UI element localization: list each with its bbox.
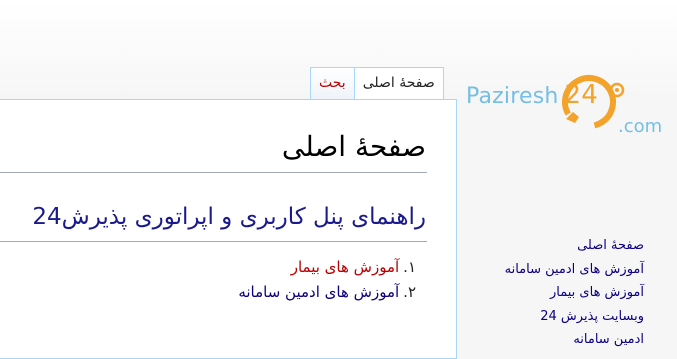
logo-number-text: 24 [564, 80, 599, 110]
table-of-contents: ۱.آموزش های بیمار ۲.آموزش های ادمین ساما… [238, 256, 416, 306]
logo-suffix-text: .com [618, 116, 663, 137]
page-title: صفحهٔ اصلی [281, 130, 426, 163]
tab-talk[interactable]: بحث [310, 67, 354, 100]
sidebar-item-website[interactable]: وبسایت پذیرش 24 [505, 307, 644, 331]
link-patient-tutorials[interactable]: آموزش های بیمار [291, 258, 399, 276]
page-tabs: بحث صفحهٔ اصلی [310, 67, 444, 100]
sidebar-item-system-admin[interactable]: ادمین سامانه [505, 330, 644, 354]
tab-main-page[interactable]: صفحهٔ اصلی [353, 67, 444, 100]
heading-divider [0, 241, 427, 242]
list-item: ۲.آموزش های ادمین سامانه [238, 281, 416, 306]
sidebar-item-admin-tutorials[interactable]: آموزش های ادمین سامانه [505, 260, 644, 284]
sidebar-navigation: صفحهٔ اصلی آموزش های ادمین سامانه آموزش … [505, 236, 644, 354]
list-number: ۲. [403, 283, 416, 301]
list-number: ۱. [403, 258, 416, 276]
link-admin-tutorials[interactable]: آموزش های ادمین سامانه [238, 283, 399, 301]
title-divider [0, 172, 427, 173]
logo-brand-text: Paziresh 24 [466, 80, 599, 110]
section-heading: راهنمای پنل کاربری و اپراتوری پذیرش24 [32, 204, 426, 230]
sidebar-item-main-page[interactable]: صفحهٔ اصلی [505, 236, 644, 260]
content-area: صفحهٔ اصلی راهنمای پنل کاربری و اپراتوری… [0, 99, 457, 359]
sidebar-item-patient-tutorials[interactable]: آموزش های بیمار [505, 283, 644, 307]
list-item: ۱.آموزش های بیمار [238, 256, 416, 281]
site-logo[interactable]: Paziresh 24 .com [466, 66, 666, 142]
